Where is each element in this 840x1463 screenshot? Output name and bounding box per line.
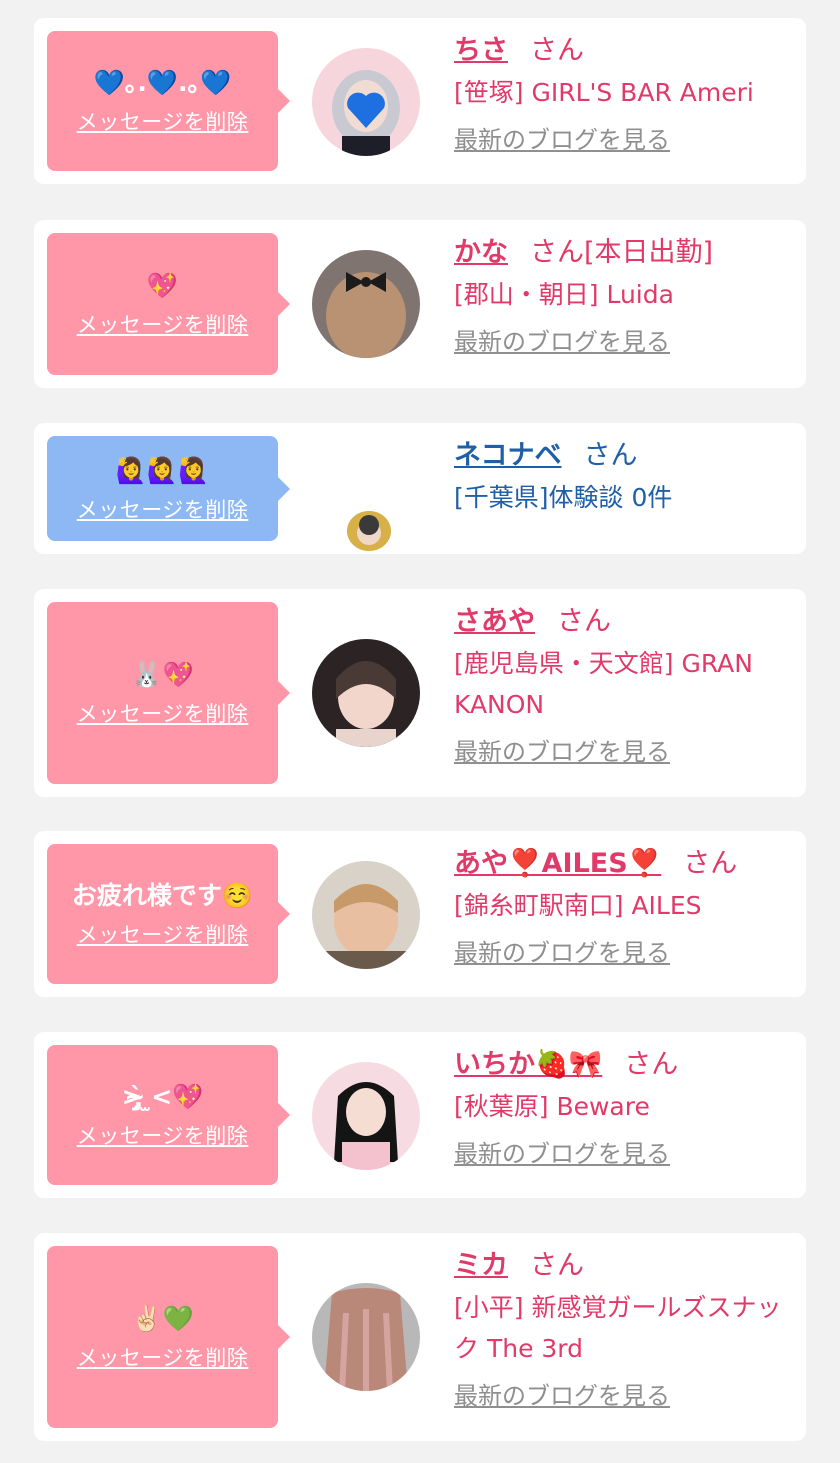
- avatar[interactable]: [312, 250, 420, 358]
- sender-name-link[interactable]: いちか🍓🎀: [454, 1049, 602, 1080]
- message-text: 💙｡.💙.｡💙: [93, 68, 232, 97]
- sender-info: かな さん[本日出勤] [郡山・朝日] Luida 最新のブログを見る: [454, 234, 794, 357]
- sender-info: ちさ さん [笹塚] GIRL'S BAR Ameri 最新のブログを見る: [454, 32, 794, 155]
- sender-info: ミカ さん [小平] 新感覚ガールズスナック The 3rd 最新のブログを見る: [454, 1247, 794, 1411]
- avatar[interactable]: [312, 639, 420, 747]
- delete-message-link[interactable]: メッセージを削除: [77, 311, 249, 339]
- avatar-image: [312, 861, 420, 969]
- avatar[interactable]: [347, 511, 391, 551]
- avatar[interactable]: [312, 48, 420, 156]
- latest-blog-link[interactable]: 最新のブログを見る: [454, 938, 670, 968]
- shop-label: [笹塚] GIRL'S BAR Ameri: [454, 78, 754, 107]
- message-text: >̴̨̡̀ ̫<💖: [121, 1082, 204, 1111]
- message-card: 🙋‍♀️🙋‍♀️🙋‍♀️ メッセージを削除 ネコナベ さん [千葉県]体験談 0件: [34, 423, 806, 554]
- delete-message-link[interactable]: メッセージを削除: [77, 496, 249, 524]
- message-text: 💖: [146, 271, 179, 300]
- sender-info: さあや さん [鹿児島県・天文館] GRAN KANON 最新のブログを見る: [454, 603, 794, 767]
- sender-name-link[interactable]: あや❣️AILES❣️: [454, 848, 661, 879]
- sender-name-link[interactable]: さあや: [454, 606, 535, 637]
- delete-message-link[interactable]: メッセージを削除: [77, 1344, 249, 1372]
- latest-blog-link[interactable]: 最新のブログを見る: [454, 737, 670, 767]
- message-list: 💙｡.💙.｡💙 メッセージを削除 ちさ さん [笹塚] GIRL'S BAR Am…: [0, 0, 840, 1463]
- avatar-image: [312, 48, 420, 156]
- honorific: さん: [624, 1049, 679, 1080]
- honorific: さん: [557, 606, 611, 637]
- message-bubble: ✌🏻💚 メッセージを削除: [47, 1246, 290, 1428]
- avatar-image: [347, 511, 391, 551]
- message-card: 💙｡.💙.｡💙 メッセージを削除 ちさ さん [笹塚] GIRL'S BAR Am…: [34, 18, 806, 184]
- honorific: さん: [530, 237, 584, 268]
- latest-blog-link[interactable]: 最新のブログを見る: [454, 1381, 670, 1411]
- sender-name-link[interactable]: ネコナベ: [454, 440, 561, 471]
- sender-name-link[interactable]: ちさ: [454, 35, 508, 66]
- sender-info: いちか🍓🎀 さん [秋葉原] Beware 最新のブログを見る: [454, 1046, 794, 1169]
- delete-message-link[interactable]: メッセージを削除: [77, 108, 249, 136]
- shop-label: [郡山・朝日] Luida: [454, 280, 674, 309]
- shop-label: [鹿児島県・天文館] GRAN KANON: [454, 649, 753, 719]
- delete-message-link[interactable]: メッセージを削除: [77, 921, 249, 949]
- message-bubble: お疲れ様です☺️ メッセージを削除: [47, 844, 290, 984]
- message-card: 🐰💖 メッセージを削除 さあや さん [鹿児島県・天文館] GRAN KANON …: [34, 589, 806, 797]
- delete-message-link[interactable]: メッセージを削除: [77, 700, 249, 728]
- message-card: お疲れ様です☺️ メッセージを削除 あや❣️AILES❣️ さん [錦糸町駅南口]…: [34, 831, 806, 997]
- message-text: ✌🏻💚: [131, 1304, 194, 1333]
- message-text: 🙋‍♀️🙋‍♀️🙋‍♀️: [115, 455, 210, 485]
- message-card: >̴̨̡̀ ̫<💖 メッセージを削除 いちか🍓🎀 さん [秋葉原] Beware …: [34, 1032, 806, 1198]
- honorific: さん: [530, 35, 584, 66]
- latest-blog-link[interactable]: 最新のブログを見る: [454, 1139, 670, 1169]
- sender-info: あや❣️AILES❣️ さん [錦糸町駅南口] AILES 最新のブログを見る: [454, 845, 794, 968]
- sender-info: ネコナベ さん [千葉県]体験談 0件: [454, 437, 794, 518]
- sender-name-link[interactable]: ミカ: [454, 1250, 508, 1281]
- honorific: さん: [683, 848, 738, 879]
- shop-label: [小平] 新感覚ガールズスナック The 3rd: [454, 1293, 782, 1363]
- message-card: 💖 メッセージを削除 かな さん[本日出勤] [郡山・朝日] Luida 最新のブ…: [34, 220, 806, 388]
- message-bubble: 🙋‍♀️🙋‍♀️🙋‍♀️ メッセージを削除: [47, 436, 290, 541]
- shop-label: [錦糸町駅南口] AILES: [454, 891, 702, 920]
- message-bubble: 💖 メッセージを削除: [47, 233, 290, 375]
- latest-blog-link[interactable]: 最新のブログを見る: [454, 125, 670, 155]
- shop-label: [千葉県]体験談 0件: [454, 483, 673, 512]
- message-bubble: 🐰💖 メッセージを削除: [47, 602, 290, 784]
- delete-message-link[interactable]: メッセージを削除: [77, 1122, 249, 1150]
- latest-blog-link[interactable]: 最新のブログを見る: [454, 327, 670, 357]
- avatar[interactable]: [312, 861, 420, 969]
- honorific: さん: [583, 440, 638, 471]
- message-card: ✌🏻💚 メッセージを削除 ミカ さん [小平] 新感覚ガールズスナック The 3…: [34, 1233, 806, 1441]
- avatar-image: [312, 250, 420, 358]
- honorific: さん: [530, 1250, 584, 1281]
- avatar-image: [312, 1283, 420, 1391]
- message-text: お疲れ様です☺️: [71, 881, 254, 910]
- avatar-image: [312, 639, 420, 747]
- avatar-image: [312, 1062, 420, 1170]
- status-tag: [本日出勤]: [584, 237, 714, 268]
- message-bubble: 💙｡.💙.｡💙 メッセージを削除: [47, 31, 290, 171]
- avatar[interactable]: [312, 1283, 420, 1391]
- message-text: 🐰💖: [131, 660, 194, 689]
- avatar[interactable]: [312, 1062, 420, 1170]
- shop-label: [秋葉原] Beware: [454, 1092, 650, 1121]
- sender-name-link[interactable]: かな: [454, 237, 508, 268]
- message-bubble: >̴̨̡̀ ̫<💖 メッセージを削除: [47, 1045, 290, 1185]
